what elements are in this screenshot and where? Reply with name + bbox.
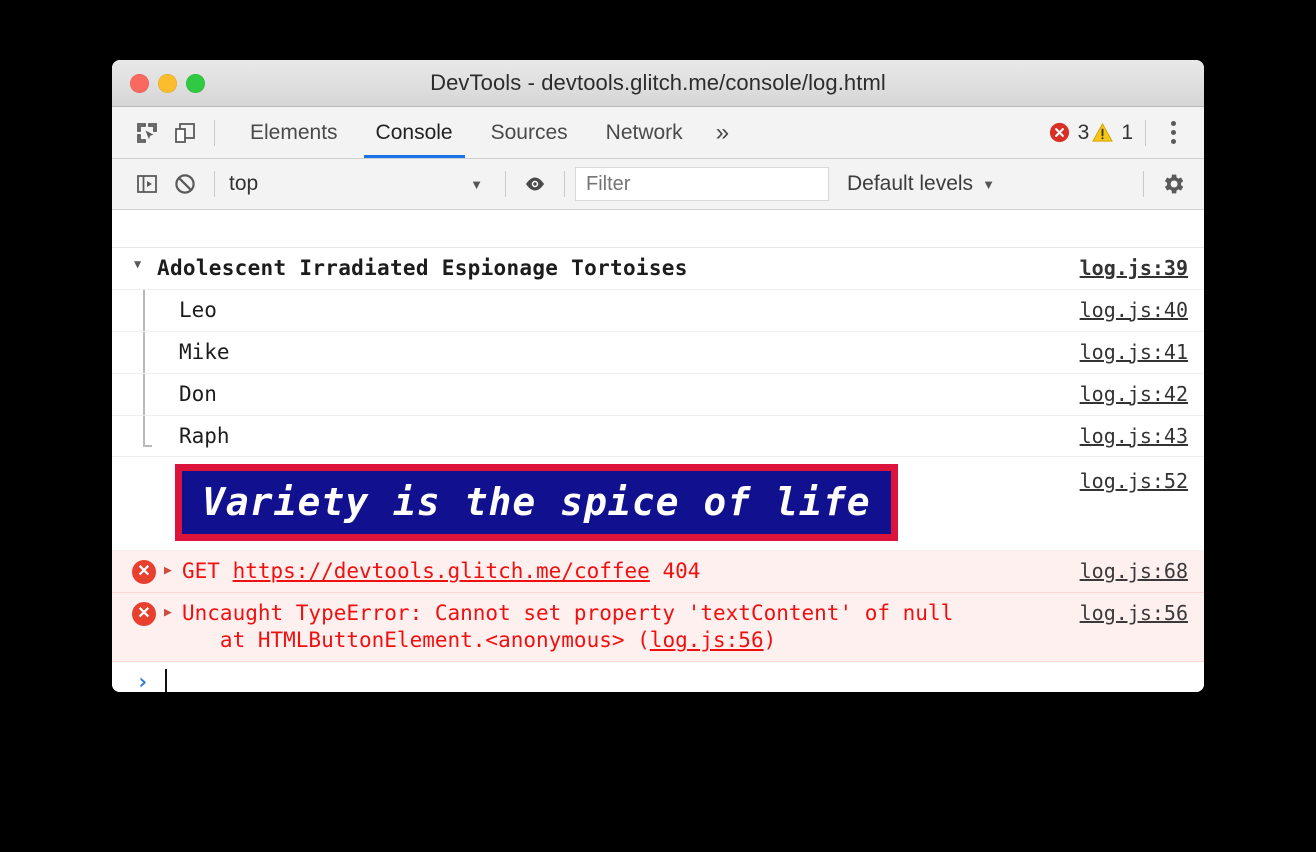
window-titlebar: DevTools - devtools.glitch.me/console/lo… [112,60,1204,107]
toolbar-divider [214,120,215,146]
prompt-arrow-icon: › [136,670,149,693]
console-styled-message-row[interactable]: Variety is the spice of life log.js:52 [112,457,1204,551]
error-circle-icon [1048,121,1071,144]
console-error-row[interactable]: ✕ ▶ Uncaught TypeError: Cannot set prope… [112,593,1204,662]
console-error-text: GET https://devtools.glitch.me/coffee 40… [182,551,1064,592]
settings-gear-icon[interactable] [1154,165,1192,203]
error-count-value: 3 [1078,121,1090,145]
filterbar-divider-4 [1143,171,1144,197]
more-tabs-button[interactable]: » [702,107,743,158]
source-link[interactable]: log.js:41 [1064,332,1188,364]
request-status: 404 [662,559,700,583]
tab-network[interactable]: Network [587,107,702,158]
source-link[interactable]: log.js:40 [1064,290,1188,322]
source-link[interactable]: log.js:43 [1064,416,1188,448]
console-message-text: Leo [134,290,1064,331]
group-indent-guide [143,332,145,373]
execution-context-select[interactable]: top ▼ [225,167,495,201]
error-count-badge[interactable]: 3 [1048,121,1090,145]
log-levels-select[interactable]: Default levels ▼ [847,172,995,196]
group-indent-guide [143,290,145,331]
group-indent-guide [143,416,145,448]
warning-triangle-icon [1091,121,1114,144]
console-group-header[interactable]: ▼ Adolescent Irradiated Espionage Tortoi… [112,248,1204,290]
styled-message-banner: Variety is the spice of life [175,464,898,541]
source-link[interactable]: log.js:39 [1064,248,1188,280]
error-circle-icon: ✕ [132,560,156,584]
error-stack-prefix: at HTMLButtonElement.<anonymous> ( [182,628,650,652]
console-filter-toolbar: top ▼ Default levels ▼ [112,159,1204,210]
styled-message-wrapper: Variety is the spice of life [134,457,1064,550]
console-group-label: Adolescent Irradiated Espionage Tortoise… [157,248,1064,289]
group-indent-guide [143,374,145,415]
window-title: DevTools - devtools.glitch.me/console/lo… [112,70,1204,96]
filter-input[interactable] [575,167,829,201]
console-message-row[interactable]: Don log.js:42 [112,374,1204,416]
console-message-text: Don [134,374,1064,415]
request-url[interactable]: https://devtools.glitch.me/coffee [233,559,650,583]
device-toolbar-icon[interactable] [166,114,204,152]
group-disclosure-triangle[interactable]: ▼ [134,248,150,271]
console-message-row[interactable]: Raph log.js:43 [112,416,1204,458]
minimize-window-button[interactable] [158,74,177,93]
filterbar-divider-3 [564,171,565,197]
console-message-row[interactable]: Mike log.js:41 [112,332,1204,374]
live-expression-eye-icon[interactable] [516,165,554,203]
source-link[interactable]: log.js:42 [1064,374,1188,406]
tab-console[interactable]: Console [357,107,472,158]
source-link[interactable]: log.js:68 [1064,551,1188,583]
console-prompt-row[interactable]: › [112,662,1204,692]
tabbar-divider [1145,120,1146,146]
console-message-text: Mike [134,332,1064,373]
error-message: Uncaught TypeError: Cannot set property … [182,601,953,625]
tab-elements[interactable]: Elements [231,107,357,158]
chevron-down-icon: ▼ [982,177,995,192]
log-levels-label: Default levels [847,172,973,196]
devtools-tabbar: Elements Console Sources Network » 3 [112,107,1204,159]
error-disclosure-triangle[interactable]: ▶ [164,563,178,578]
inspect-element-icon[interactable] [128,114,166,152]
source-link[interactable]: log.js:56 [1064,593,1188,625]
devtools-window: DevTools - devtools.glitch.me/console/lo… [112,60,1204,692]
console-sidebar-toggle-icon[interactable] [128,165,166,203]
console-message-row[interactable]: Leo log.js:40 [112,290,1204,332]
panel-tabs: Elements Console Sources Network » [231,107,743,158]
clear-console-icon[interactable] [166,165,204,203]
chevron-down-icon: ▼ [470,177,483,192]
text-cursor [165,669,167,692]
filterbar-divider-1 [214,171,215,197]
error-stack-link[interactable]: log.js:56 [650,628,764,652]
source-link[interactable]: log.js:52 [1064,457,1188,493]
error-circle-icon: ✕ [132,602,156,626]
kebab-menu-icon[interactable] [1156,121,1190,144]
console-message-list[interactable]: ▼ Adolescent Irradiated Espionage Tortoi… [112,210,1204,692]
console-error-row[interactable]: ✕ ▶ GET https://devtools.glitch.me/coffe… [112,551,1204,593]
console-error-text: Uncaught TypeError: Cannot set property … [182,593,1064,661]
request-method: GET [182,559,220,583]
warning-count-badge[interactable]: 1 [1091,121,1133,145]
error-disclosure-triangle[interactable]: ▶ [164,605,178,620]
filterbar-divider-2 [505,171,506,197]
execution-context-value: top [229,172,258,196]
console-message-text: Raph [134,416,1064,457]
tabbar-right-group: 3 1 [1048,120,1190,146]
scrolled-partial-row [112,210,1204,248]
maximize-window-button[interactable] [186,74,205,93]
traffic-lights [130,74,205,93]
tab-sources[interactable]: Sources [472,107,587,158]
warning-count-value: 1 [1121,121,1133,145]
error-stack-suffix: ) [764,628,777,652]
close-window-button[interactable] [130,74,149,93]
